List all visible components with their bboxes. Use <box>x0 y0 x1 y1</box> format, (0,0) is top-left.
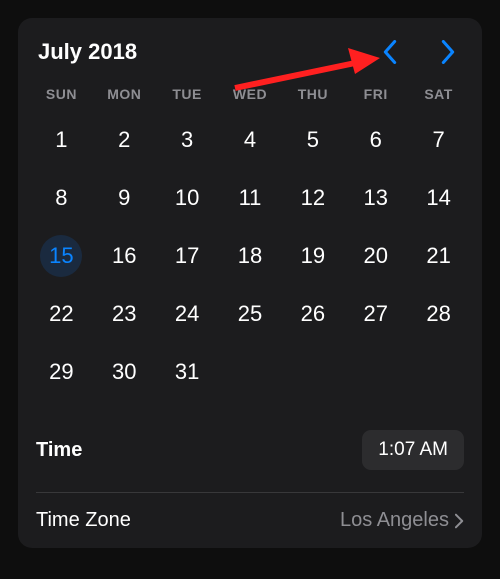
day-number: 16 <box>112 243 136 269</box>
day-cell[interactable]: 5 <box>281 120 344 160</box>
day-number: 25 <box>238 301 262 327</box>
day-cell[interactable]: 22 <box>30 294 93 334</box>
day-cell[interactable]: 29 <box>30 352 93 392</box>
day-cell[interactable]: 26 <box>281 294 344 334</box>
day-cell[interactable]: 3 <box>156 120 219 160</box>
day-cell[interactable]: 17 <box>156 236 219 276</box>
day-cell[interactable]: 10 <box>156 178 219 218</box>
day-number: 12 <box>301 185 325 211</box>
day-cell[interactable]: 15 <box>30 236 93 276</box>
day-cell[interactable]: 14 <box>407 178 470 218</box>
day-cell[interactable]: 25 <box>219 294 282 334</box>
day-grid: 1234567891011121314151617181920212223242… <box>18 108 482 414</box>
day-cell[interactable]: 18 <box>219 236 282 276</box>
day-number: 3 <box>181 127 193 153</box>
day-cell[interactable]: 9 <box>93 178 156 218</box>
day-number: 26 <box>301 301 325 327</box>
weekday-row: SUNMONTUEWEDTHUFRISAT <box>18 76 482 108</box>
timezone-value: Los Angeles <box>340 509 464 532</box>
day-cell[interactable]: 16 <box>93 236 156 276</box>
day-number: 23 <box>112 301 136 327</box>
day-cell[interactable]: 21 <box>407 236 470 276</box>
day-cell[interactable]: 31 <box>156 352 219 392</box>
day-cell[interactable]: 27 <box>344 294 407 334</box>
day-number: 1 <box>55 127 67 153</box>
time-value-button[interactable]: 1:07 AM <box>362 430 464 470</box>
day-number: 21 <box>426 243 450 269</box>
day-number: 2 <box>118 127 130 153</box>
weekday-label: FRI <box>344 86 407 102</box>
day-number: 28 <box>426 301 450 327</box>
timezone-label: Time Zone <box>36 509 131 532</box>
timezone-row[interactable]: Time Zone Los Angeles <box>18 493 482 548</box>
day-cell[interactable]: 28 <box>407 294 470 334</box>
day-number: 4 <box>244 127 256 153</box>
day-number: 8 <box>55 185 67 211</box>
day-cell[interactable]: 7 <box>407 120 470 160</box>
day-number: 15 <box>49 243 73 269</box>
day-number: 19 <box>301 243 325 269</box>
weekday-label: THU <box>281 86 344 102</box>
date-time-picker-card: July 2018 SUNMONTUEWEDTHUFRISAT 12345678… <box>18 18 482 548</box>
time-row: Time 1:07 AM <box>18 414 482 492</box>
day-cell[interactable]: 24 <box>156 294 219 334</box>
day-number: 14 <box>426 185 450 211</box>
day-cell[interactable]: 20 <box>344 236 407 276</box>
day-number: 31 <box>175 359 199 385</box>
day-number: 5 <box>307 127 319 153</box>
weekday-label: SAT <box>407 86 470 102</box>
prev-month-button[interactable] <box>376 38 404 66</box>
day-cell[interactable]: 6 <box>344 120 407 160</box>
day-cell[interactable]: 4 <box>219 120 282 160</box>
day-number: 29 <box>49 359 73 385</box>
month-year-label: July 2018 <box>38 39 137 65</box>
day-number: 22 <box>49 301 73 327</box>
weekday-label: MON <box>93 86 156 102</box>
day-number: 6 <box>370 127 382 153</box>
day-number: 24 <box>175 301 199 327</box>
day-cell[interactable]: 23 <box>93 294 156 334</box>
day-number: 9 <box>118 185 130 211</box>
day-number: 30 <box>112 359 136 385</box>
day-cell[interactable]: 12 <box>281 178 344 218</box>
chevron-left-icon <box>383 40 397 64</box>
day-number: 17 <box>175 243 199 269</box>
day-number: 20 <box>363 243 387 269</box>
day-number: 18 <box>238 243 262 269</box>
time-label: Time <box>36 439 82 462</box>
day-cell[interactable]: 30 <box>93 352 156 392</box>
chevron-right-icon <box>441 40 455 64</box>
timezone-value-text: Los Angeles <box>340 509 449 532</box>
day-cell[interactable]: 11 <box>219 178 282 218</box>
month-nav <box>376 38 462 66</box>
day-number: 13 <box>363 185 387 211</box>
weekday-label: TUE <box>156 86 219 102</box>
day-cell[interactable]: 13 <box>344 178 407 218</box>
day-cell[interactable]: 2 <box>93 120 156 160</box>
chevron-right-icon <box>455 513 464 529</box>
weekday-label: SUN <box>30 86 93 102</box>
day-number: 10 <box>175 185 199 211</box>
day-number: 27 <box>363 301 387 327</box>
weekday-label: WED <box>219 86 282 102</box>
next-month-button[interactable] <box>434 38 462 66</box>
month-year-button[interactable]: July 2018 <box>38 39 376 65</box>
calendar-header: July 2018 <box>18 18 482 76</box>
day-number: 7 <box>432 127 444 153</box>
day-cell[interactable]: 1 <box>30 120 93 160</box>
day-number: 11 <box>239 185 262 211</box>
day-cell[interactable]: 19 <box>281 236 344 276</box>
day-cell[interactable]: 8 <box>30 178 93 218</box>
